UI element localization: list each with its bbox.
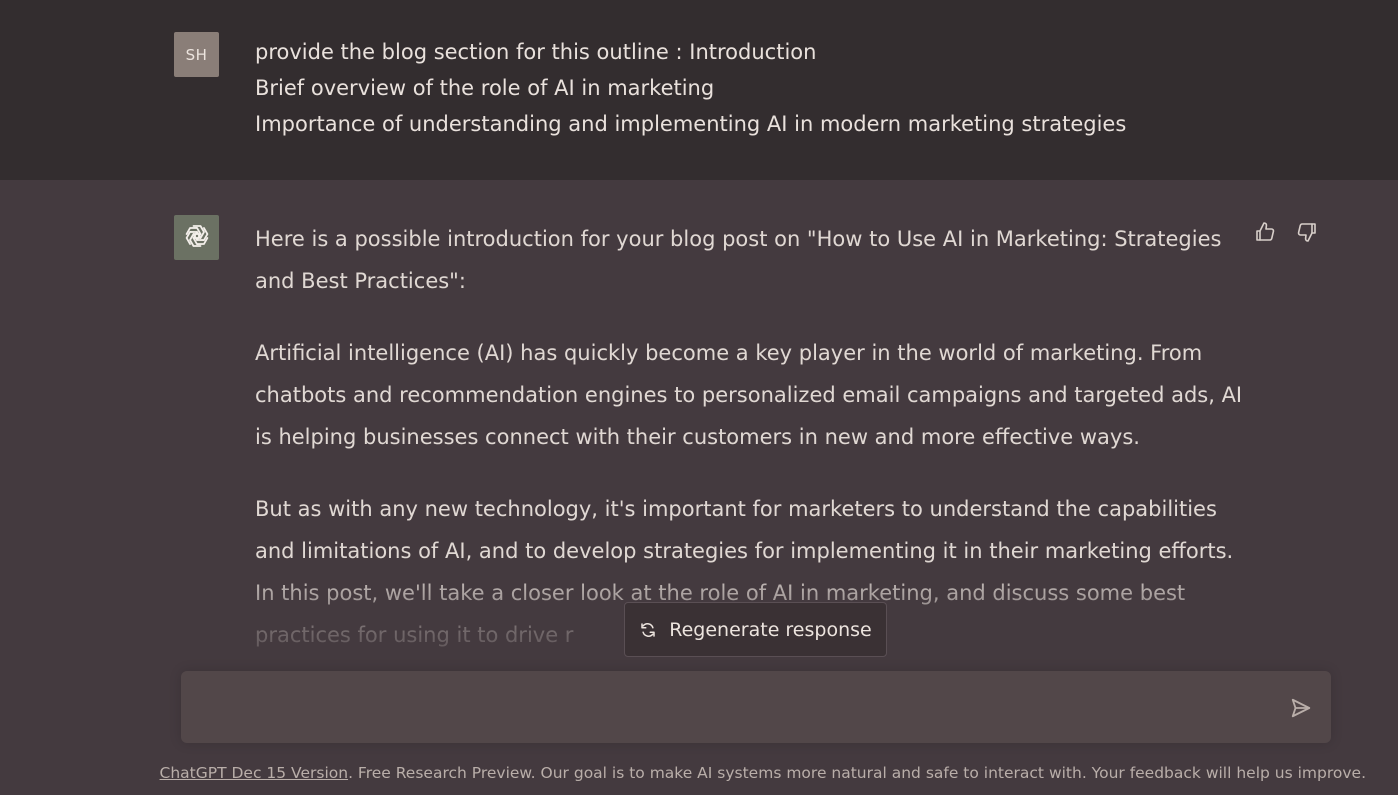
send-button[interactable] <box>1288 697 1314 723</box>
thumbs-down-button[interactable] <box>1293 220 1321 248</box>
message-input[interactable] <box>199 691 1263 727</box>
send-icon <box>1290 697 1312 723</box>
user-message: SH provide the blog section for this out… <box>0 0 1398 180</box>
message-input-container <box>181 671 1331 743</box>
user-message-text: provide the blog section for this outlin… <box>255 34 1255 142</box>
user-message-line: provide the blog section for this outlin… <box>255 40 817 64</box>
user-avatar: SH <box>174 32 219 77</box>
thumbs-up-icon <box>1253 220 1277 248</box>
user-message-line: Importance of understanding and implemen… <box>255 112 1127 136</box>
footer-text: . Free Research Preview. Our goal is to … <box>348 764 1366 782</box>
user-message-line: Brief overview of the role of AI in mark… <box>255 76 715 100</box>
thumbs-up-button[interactable] <box>1251 220 1279 248</box>
chat-page: SH provide the blog section for this out… <box>0 0 1398 795</box>
openai-logo-icon <box>181 220 213 256</box>
footer-disclaimer: ChatGPT Dec 15 Version. Free Research Pr… <box>0 764 1398 782</box>
assistant-avatar <box>174 215 219 260</box>
assistant-paragraph: Artificial intelligence (AI) has quickly… <box>255 341 1243 449</box>
regenerate-response-button[interactable]: Regenerate response <box>624 602 887 657</box>
regenerate-label: Regenerate response <box>669 618 872 641</box>
thumbs-down-icon <box>1295 220 1319 248</box>
refresh-icon <box>639 621 657 639</box>
assistant-paragraph: Here is a possible introduction for your… <box>255 227 1222 293</box>
version-link[interactable]: ChatGPT Dec 15 Version <box>160 764 349 782</box>
